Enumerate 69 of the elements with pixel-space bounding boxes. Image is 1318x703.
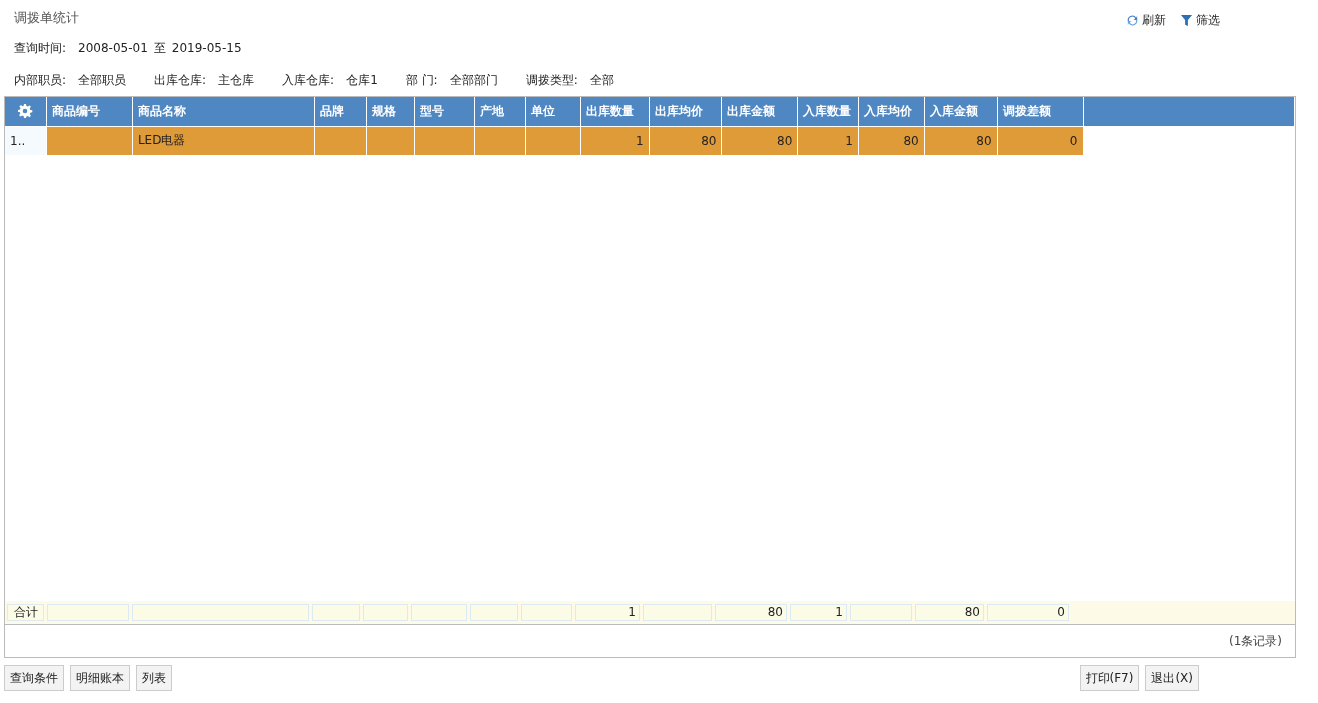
filter-value: 仓库1 [346, 71, 378, 89]
table-cell: 0 [997, 126, 1083, 155]
column-header[interactable]: 规格 [366, 97, 415, 126]
column-header[interactable]: 品牌 [314, 97, 367, 126]
toolbar-button[interactable]: 列表 [136, 665, 172, 691]
column-header[interactable]: 商品名称 [132, 97, 315, 126]
totals-cell: 1 [790, 604, 847, 621]
column-header[interactable]: 入库数量 [797, 97, 859, 126]
filter-label: 出库仓库: [154, 71, 207, 89]
filter-label: 内部职员: [14, 71, 67, 89]
date-separator: 至 [153, 39, 166, 57]
refresh-icon [1126, 14, 1139, 27]
totals-cell: 0 [987, 604, 1069, 621]
column-header[interactable]: 商品编号 [46, 97, 133, 126]
column-settings-header[interactable] [5, 97, 47, 126]
date-to: 2019-05-15 [171, 41, 242, 55]
totals-cell: 80 [915, 604, 984, 621]
table-row[interactable]: 1.. LED电器 1 80 80 1 80 80 0 [5, 126, 1295, 155]
filter-label: 入库仓库: [282, 71, 335, 89]
table-cell [366, 126, 415, 155]
column-header[interactable]: 型号 [414, 97, 475, 126]
toolbar-button[interactable]: 查询条件 [4, 665, 64, 691]
filter-label: 部 门: [405, 71, 438, 89]
table-cell [525, 126, 581, 155]
totals-cell [411, 604, 467, 621]
refresh-button[interactable]: 刷新 [1126, 12, 1166, 29]
action-button[interactable]: 打印(F7) [1079, 665, 1140, 691]
column-header[interactable]: 入库金额 [924, 97, 998, 126]
table-cell: 1 [580, 126, 650, 155]
column-header[interactable]: 入库均价 [858, 97, 925, 126]
filter-value: 全部 [589, 71, 614, 89]
table-cell: 80 [924, 126, 998, 155]
table-cell [414, 126, 475, 155]
record-count: (1条记录) [1229, 632, 1282, 650]
page-title: 调拨单统计 [14, 9, 79, 27]
row-number: 1.. [5, 126, 47, 155]
date-from: 2008-05-01 [78, 41, 148, 55]
column-header[interactable]: 出库均价 [649, 97, 722, 126]
table-cell: 1 [797, 126, 859, 155]
filter-value: 主仓库 [218, 71, 255, 89]
totals-label: 合计 [7, 604, 44, 621]
table-cell: LED电器 [132, 126, 315, 155]
column-header[interactable]: 出库数量 [580, 97, 650, 126]
filter-value: 全部部门 [449, 71, 498, 89]
column-header[interactable]: 调拨差额 [997, 97, 1083, 126]
column-header[interactable]: 产地 [474, 97, 526, 126]
action-button[interactable]: 退出(X) [1145, 665, 1199, 691]
totals-cell [521, 604, 572, 621]
table-cell: 80 [649, 126, 722, 155]
table-cell [474, 126, 526, 155]
query-time-label: 查询时间: [14, 39, 67, 57]
filter-label: 调拨类型: [525, 71, 578, 89]
totals-cell [850, 604, 912, 621]
totals-cell [470, 604, 518, 621]
totals-cell [312, 604, 360, 621]
filter-button[interactable]: 筛选 [1180, 12, 1220, 29]
table-cell: 80 [722, 126, 798, 155]
totals-cell [363, 604, 408, 621]
settings-icon[interactable] [17, 103, 34, 120]
column-header[interactable]: 出库金额 [722, 97, 798, 126]
column-header[interactable]: 单位 [525, 97, 581, 126]
totals-cell: 80 [715, 604, 787, 621]
toolbar-button[interactable]: 明细账本 [70, 665, 130, 691]
totals-cell [643, 604, 712, 621]
table-cell: 80 [858, 126, 925, 155]
filter-icon [1180, 14, 1193, 27]
filter-value: 全部职员 [78, 71, 127, 89]
table-cell [314, 126, 367, 155]
totals-cell: 1 [575, 604, 640, 621]
